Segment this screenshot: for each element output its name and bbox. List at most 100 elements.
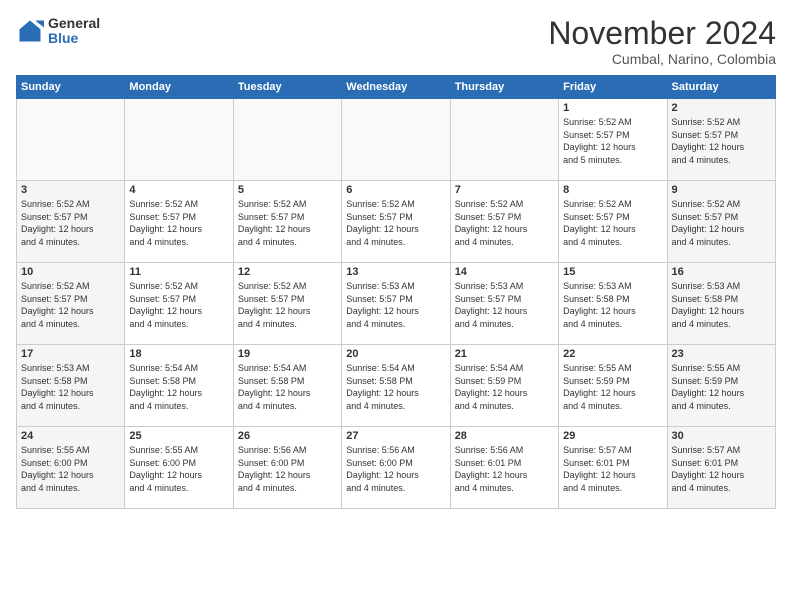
day-info: Sunrise: 5:52 AM Sunset: 5:57 PM Dayligh…: [672, 198, 771, 248]
day-info: Sunrise: 5:52 AM Sunset: 5:57 PM Dayligh…: [672, 116, 771, 166]
day-number: 15: [563, 266, 662, 278]
day-number: 12: [238, 266, 337, 278]
day-info: Sunrise: 5:53 AM Sunset: 5:58 PM Dayligh…: [21, 362, 120, 412]
day-info: Sunrise: 5:53 AM Sunset: 5:57 PM Dayligh…: [346, 280, 445, 330]
day-number: 17: [21, 348, 120, 360]
day-number: 11: [129, 266, 228, 278]
calendar-cell: [342, 99, 450, 181]
calendar-cell: [17, 99, 125, 181]
day-number: 6: [346, 184, 445, 196]
day-info: Sunrise: 5:52 AM Sunset: 5:57 PM Dayligh…: [563, 198, 662, 248]
calendar-body: 1 Sunrise: 5:52 AM Sunset: 5:57 PM Daylig…: [17, 99, 776, 509]
calendar-cell: 17 Sunrise: 5:53 AM Sunset: 5:58 PM Dayli…: [17, 345, 125, 427]
day-info: Sunrise: 5:55 AM Sunset: 6:00 PM Dayligh…: [129, 444, 228, 494]
day-info: Sunrise: 5:53 AM Sunset: 5:58 PM Dayligh…: [563, 280, 662, 330]
day-info: Sunrise: 5:57 AM Sunset: 6:01 PM Dayligh…: [563, 444, 662, 494]
calendar-week-2: 3 Sunrise: 5:52 AM Sunset: 5:57 PM Daylig…: [17, 181, 776, 263]
day-info: Sunrise: 5:52 AM Sunset: 5:57 PM Dayligh…: [21, 198, 120, 248]
day-number: 13: [346, 266, 445, 278]
day-number: 3: [21, 184, 120, 196]
calendar-cell: 14 Sunrise: 5:53 AM Sunset: 5:57 PM Dayli…: [450, 263, 558, 345]
calendar-cell: 19 Sunrise: 5:54 AM Sunset: 5:58 PM Dayli…: [233, 345, 341, 427]
calendar-cell: 8Sunrise: 5:52 AM Sunset: 5:57 PM Daylig…: [559, 181, 667, 263]
day-number: 29: [563, 430, 662, 442]
day-info: Sunrise: 5:52 AM Sunset: 5:57 PM Dayligh…: [455, 198, 554, 248]
day-info: Sunrise: 5:53 AM Sunset: 5:58 PM Dayligh…: [672, 280, 771, 330]
day-number: 27: [346, 430, 445, 442]
calendar-cell: 12 Sunrise: 5:52 AM Sunset: 5:57 PM Dayli…: [233, 263, 341, 345]
calendar-cell: 13 Sunrise: 5:53 AM Sunset: 5:57 PM Dayli…: [342, 263, 450, 345]
day-number: 16: [672, 266, 771, 278]
day-number: 25: [129, 430, 228, 442]
calendar-cell: [125, 99, 233, 181]
day-info: Sunrise: 5:52 AM Sunset: 5:57 PM Dayligh…: [129, 280, 228, 330]
calendar-cell: 3 Sunrise: 5:52 AM Sunset: 5:57 PM Daylig…: [17, 181, 125, 263]
day-number: 24: [21, 430, 120, 442]
calendar-cell: 4Sunrise: 5:52 AM Sunset: 5:57 PM Daylig…: [125, 181, 233, 263]
weekday-header-saturday: Saturday: [667, 76, 775, 99]
calendar-cell: 9 Sunrise: 5:52 AM Sunset: 5:57 PM Daylig…: [667, 181, 775, 263]
calendar-cell: 24 Sunrise: 5:55 AM Sunset: 6:00 PM Dayli…: [17, 427, 125, 509]
day-number: 30: [672, 430, 771, 442]
calendar-cell: 5Sunrise: 5:52 AM Sunset: 5:57 PM Daylig…: [233, 181, 341, 263]
day-number: 23: [672, 348, 771, 360]
calendar-week-3: 10 Sunrise: 5:52 AM Sunset: 5:57 PM Dayli…: [17, 263, 776, 345]
calendar-cell: 26 Sunrise: 5:56 AM Sunset: 6:00 PM Dayli…: [233, 427, 341, 509]
day-info: Sunrise: 5:52 AM Sunset: 5:57 PM Dayligh…: [238, 198, 337, 248]
day-number: 9: [672, 184, 771, 196]
day-number: 1: [563, 102, 662, 114]
day-number: 26: [238, 430, 337, 442]
day-info: Sunrise: 5:53 AM Sunset: 5:57 PM Dayligh…: [455, 280, 554, 330]
calendar-week-1: 1 Sunrise: 5:52 AM Sunset: 5:57 PM Daylig…: [17, 99, 776, 181]
day-number: 2: [672, 102, 771, 114]
logo-text: General Blue: [48, 16, 100, 47]
calendar-cell: 10 Sunrise: 5:52 AM Sunset: 5:57 PM Dayli…: [17, 263, 125, 345]
logo-blue: Blue: [48, 31, 100, 46]
logo: General Blue: [16, 16, 100, 47]
day-info: Sunrise: 5:56 AM Sunset: 6:00 PM Dayligh…: [346, 444, 445, 494]
calendar-cell: 6 Sunrise: 5:52 AM Sunset: 5:57 PM Daylig…: [342, 181, 450, 263]
day-number: 10: [21, 266, 120, 278]
header: General Blue November 2024 Cumbal, Narin…: [16, 16, 776, 67]
weekday-header-thursday: Thursday: [450, 76, 558, 99]
day-number: 4: [129, 184, 228, 196]
calendar-cell: 1 Sunrise: 5:52 AM Sunset: 5:57 PM Daylig…: [559, 99, 667, 181]
page-container: General Blue November 2024 Cumbal, Narin…: [0, 0, 792, 517]
day-info: Sunrise: 5:52 AM Sunset: 5:57 PM Dayligh…: [21, 280, 120, 330]
location-subtitle: Cumbal, Narino, Colombia: [548, 51, 776, 67]
day-info: Sunrise: 5:55 AM Sunset: 6:00 PM Dayligh…: [21, 444, 120, 494]
day-info: Sunrise: 5:54 AM Sunset: 5:58 PM Dayligh…: [238, 362, 337, 412]
day-number: 14: [455, 266, 554, 278]
calendar-cell: 30 Sunrise: 5:57 AM Sunset: 6:01 PM Dayli…: [667, 427, 775, 509]
calendar-cell: 15 Sunrise: 5:53 AM Sunset: 5:58 PM Dayli…: [559, 263, 667, 345]
calendar-cell: 18Sunrise: 5:54 AM Sunset: 5:58 PM Dayli…: [125, 345, 233, 427]
calendar-header: SundayMondayTuesdayWednesdayThursdayFrid…: [17, 76, 776, 99]
calendar-cell: [233, 99, 341, 181]
day-info: Sunrise: 5:55 AM Sunset: 5:59 PM Dayligh…: [563, 362, 662, 412]
weekday-header-tuesday: Tuesday: [233, 76, 341, 99]
calendar-week-5: 24 Sunrise: 5:55 AM Sunset: 6:00 PM Dayli…: [17, 427, 776, 509]
calendar-cell: [450, 99, 558, 181]
day-info: Sunrise: 5:52 AM Sunset: 5:57 PM Dayligh…: [346, 198, 445, 248]
day-info: Sunrise: 5:57 AM Sunset: 6:01 PM Dayligh…: [672, 444, 771, 494]
calendar-week-4: 17 Sunrise: 5:53 AM Sunset: 5:58 PM Dayli…: [17, 345, 776, 427]
day-info: Sunrise: 5:56 AM Sunset: 6:00 PM Dayligh…: [238, 444, 337, 494]
day-number: 19: [238, 348, 337, 360]
day-info: Sunrise: 5:52 AM Sunset: 5:57 PM Dayligh…: [238, 280, 337, 330]
title-area: November 2024 Cumbal, Narino, Colombia: [548, 16, 776, 67]
day-info: Sunrise: 5:52 AM Sunset: 5:57 PM Dayligh…: [563, 116, 662, 166]
weekday-header-sunday: Sunday: [17, 76, 125, 99]
calendar-cell: 20Sunrise: 5:54 AM Sunset: 5:58 PM Dayli…: [342, 345, 450, 427]
day-info: Sunrise: 5:54 AM Sunset: 5:58 PM Dayligh…: [129, 362, 228, 412]
weekday-header-monday: Monday: [125, 76, 233, 99]
calendar-cell: 25 Sunrise: 5:55 AM Sunset: 6:00 PM Dayli…: [125, 427, 233, 509]
calendar-cell: 21Sunrise: 5:54 AM Sunset: 5:59 PM Dayli…: [450, 345, 558, 427]
day-info: Sunrise: 5:54 AM Sunset: 5:58 PM Dayligh…: [346, 362, 445, 412]
weekday-header-wednesday: Wednesday: [342, 76, 450, 99]
month-title: November 2024: [548, 16, 776, 51]
logo-icon: [16, 17, 44, 45]
calendar-cell: 11 Sunrise: 5:52 AM Sunset: 5:57 PM Dayli…: [125, 263, 233, 345]
day-number: 7: [455, 184, 554, 196]
day-info: Sunrise: 5:54 AM Sunset: 5:59 PM Dayligh…: [455, 362, 554, 412]
weekday-header-row: SundayMondayTuesdayWednesdayThursdayFrid…: [17, 76, 776, 99]
